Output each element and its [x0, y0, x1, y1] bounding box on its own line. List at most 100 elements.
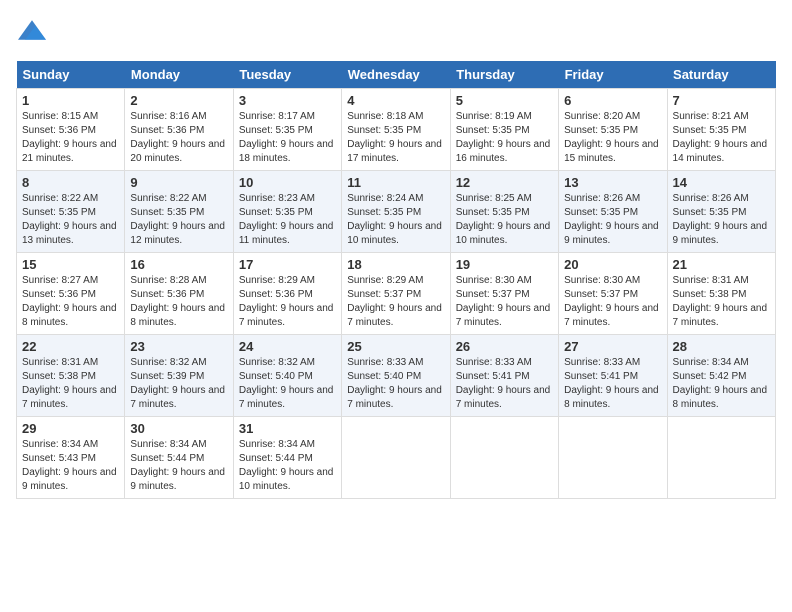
day-info: Sunrise: 8:21 AM Sunset: 5:35 PM Dayligh… [673, 110, 770, 166]
day-number: 31 [239, 421, 336, 436]
day-number: 25 [347, 339, 444, 354]
sunset-label: Sunset: 5:40 PM [347, 371, 421, 382]
day-info: Sunrise: 8:31 AM Sunset: 5:38 PM Dayligh… [673, 274, 770, 330]
calendar-cell: 21 Sunrise: 8:31 AM Sunset: 5:38 PM Dayl… [667, 253, 775, 335]
day-number: 23 [130, 339, 227, 354]
sunset-label: Sunset: 5:35 PM [239, 125, 313, 136]
day-info: Sunrise: 8:34 AM Sunset: 5:44 PM Dayligh… [130, 438, 227, 494]
sunrise-label: Sunrise: 8:34 AM [673, 357, 749, 368]
sunrise-label: Sunrise: 8:16 AM [130, 111, 206, 122]
daylight-label: Daylight: 9 hours and 16 minutes. [456, 139, 551, 164]
daylight-label: Daylight: 9 hours and 10 minutes. [347, 221, 442, 246]
daylight-label: Daylight: 9 hours and 7 minutes. [22, 385, 117, 410]
day-number: 26 [456, 339, 553, 354]
day-number: 1 [22, 93, 119, 108]
day-info: Sunrise: 8:19 AM Sunset: 5:35 PM Dayligh… [456, 110, 553, 166]
calendar-cell: 26 Sunrise: 8:33 AM Sunset: 5:41 PM Dayl… [450, 335, 558, 417]
day-number: 12 [456, 175, 553, 190]
calendar-cell [559, 417, 667, 499]
sunrise-label: Sunrise: 8:15 AM [22, 111, 98, 122]
day-info: Sunrise: 8:34 AM Sunset: 5:43 PM Dayligh… [22, 438, 119, 494]
sunrise-label: Sunrise: 8:31 AM [673, 275, 749, 286]
day-number: 13 [564, 175, 661, 190]
calendar-cell: 22 Sunrise: 8:31 AM Sunset: 5:38 PM Dayl… [17, 335, 125, 417]
calendar-cell: 18 Sunrise: 8:29 AM Sunset: 5:37 PM Dayl… [342, 253, 450, 335]
daylight-label: Daylight: 9 hours and 12 minutes. [130, 221, 225, 246]
main-container: SundayMondayTuesdayWednesdayThursdayFrid… [0, 0, 792, 509]
sunrise-label: Sunrise: 8:30 AM [564, 275, 640, 286]
sunrise-label: Sunrise: 8:26 AM [673, 193, 749, 204]
day-number: 11 [347, 175, 444, 190]
sunrise-label: Sunrise: 8:22 AM [130, 193, 206, 204]
sunset-label: Sunset: 5:44 PM [239, 453, 313, 464]
day-number: 20 [564, 257, 661, 272]
logo [16, 16, 46, 49]
sunset-label: Sunset: 5:37 PM [564, 289, 638, 300]
day-info: Sunrise: 8:34 AM Sunset: 5:42 PM Dayligh… [673, 356, 770, 412]
sunset-label: Sunset: 5:35 PM [347, 125, 421, 136]
calendar-cell: 31 Sunrise: 8:34 AM Sunset: 5:44 PM Dayl… [233, 417, 341, 499]
sunrise-label: Sunrise: 8:34 AM [130, 439, 206, 450]
daylight-label: Daylight: 9 hours and 13 minutes. [22, 221, 117, 246]
daylight-label: Daylight: 9 hours and 10 minutes. [239, 467, 334, 492]
sunset-label: Sunset: 5:39 PM [130, 371, 204, 382]
day-number: 15 [22, 257, 119, 272]
weekday-friday: Friday [559, 61, 667, 89]
sunrise-label: Sunrise: 8:33 AM [564, 357, 640, 368]
sunset-label: Sunset: 5:37 PM [456, 289, 530, 300]
sunrise-label: Sunrise: 8:31 AM [22, 357, 98, 368]
calendar-cell [450, 417, 558, 499]
day-info: Sunrise: 8:33 AM Sunset: 5:41 PM Dayligh… [564, 356, 661, 412]
daylight-label: Daylight: 9 hours and 8 minutes. [564, 385, 659, 410]
daylight-label: Daylight: 9 hours and 7 minutes. [456, 385, 551, 410]
day-info: Sunrise: 8:33 AM Sunset: 5:40 PM Dayligh… [347, 356, 444, 412]
week-row-1: 8 Sunrise: 8:22 AM Sunset: 5:35 PM Dayli… [17, 171, 776, 253]
sunset-label: Sunset: 5:36 PM [239, 289, 313, 300]
calendar-cell: 10 Sunrise: 8:23 AM Sunset: 5:35 PM Dayl… [233, 171, 341, 253]
sunset-label: Sunset: 5:43 PM [22, 453, 96, 464]
sunset-label: Sunset: 5:35 PM [239, 207, 313, 218]
day-number: 29 [22, 421, 119, 436]
sunset-label: Sunset: 5:38 PM [22, 371, 96, 382]
sunrise-label: Sunrise: 8:33 AM [456, 357, 532, 368]
sunset-label: Sunset: 5:35 PM [347, 207, 421, 218]
day-info: Sunrise: 8:26 AM Sunset: 5:35 PM Dayligh… [673, 192, 770, 248]
day-number: 6 [564, 93, 661, 108]
day-number: 7 [673, 93, 770, 108]
daylight-label: Daylight: 9 hours and 7 minutes. [456, 303, 551, 328]
sunset-label: Sunset: 5:35 PM [673, 125, 747, 136]
calendar-cell: 13 Sunrise: 8:26 AM Sunset: 5:35 PM Dayl… [559, 171, 667, 253]
day-number: 24 [239, 339, 336, 354]
day-number: 16 [130, 257, 227, 272]
day-number: 9 [130, 175, 227, 190]
weekday-monday: Monday [125, 61, 233, 89]
sunrise-label: Sunrise: 8:24 AM [347, 193, 423, 204]
day-info: Sunrise: 8:17 AM Sunset: 5:35 PM Dayligh… [239, 110, 336, 166]
week-row-0: 1 Sunrise: 8:15 AM Sunset: 5:36 PM Dayli… [17, 89, 776, 171]
day-number: 28 [673, 339, 770, 354]
weekday-sunday: Sunday [17, 61, 125, 89]
day-number: 18 [347, 257, 444, 272]
week-row-4: 29 Sunrise: 8:34 AM Sunset: 5:43 PM Dayl… [17, 417, 776, 499]
daylight-label: Daylight: 9 hours and 7 minutes. [239, 303, 334, 328]
calendar-cell: 17 Sunrise: 8:29 AM Sunset: 5:36 PM Dayl… [233, 253, 341, 335]
calendar-cell: 28 Sunrise: 8:34 AM Sunset: 5:42 PM Dayl… [667, 335, 775, 417]
day-number: 8 [22, 175, 119, 190]
day-info: Sunrise: 8:22 AM Sunset: 5:35 PM Dayligh… [22, 192, 119, 248]
sunset-label: Sunset: 5:35 PM [456, 207, 530, 218]
calendar-cell: 19 Sunrise: 8:30 AM Sunset: 5:37 PM Dayl… [450, 253, 558, 335]
day-number: 3 [239, 93, 336, 108]
calendar-cell: 24 Sunrise: 8:32 AM Sunset: 5:40 PM Dayl… [233, 335, 341, 417]
daylight-label: Daylight: 9 hours and 10 minutes. [456, 221, 551, 246]
daylight-label: Daylight: 9 hours and 15 minutes. [564, 139, 659, 164]
day-info: Sunrise: 8:30 AM Sunset: 5:37 PM Dayligh… [456, 274, 553, 330]
daylight-label: Daylight: 9 hours and 7 minutes. [239, 385, 334, 410]
day-number: 22 [22, 339, 119, 354]
day-info: Sunrise: 8:20 AM Sunset: 5:35 PM Dayligh… [564, 110, 661, 166]
daylight-label: Daylight: 9 hours and 7 minutes. [564, 303, 659, 328]
sunrise-label: Sunrise: 8:30 AM [456, 275, 532, 286]
daylight-label: Daylight: 9 hours and 9 minutes. [130, 467, 225, 492]
sunset-label: Sunset: 5:37 PM [347, 289, 421, 300]
sunrise-label: Sunrise: 8:26 AM [564, 193, 640, 204]
sunrise-label: Sunrise: 8:21 AM [673, 111, 749, 122]
